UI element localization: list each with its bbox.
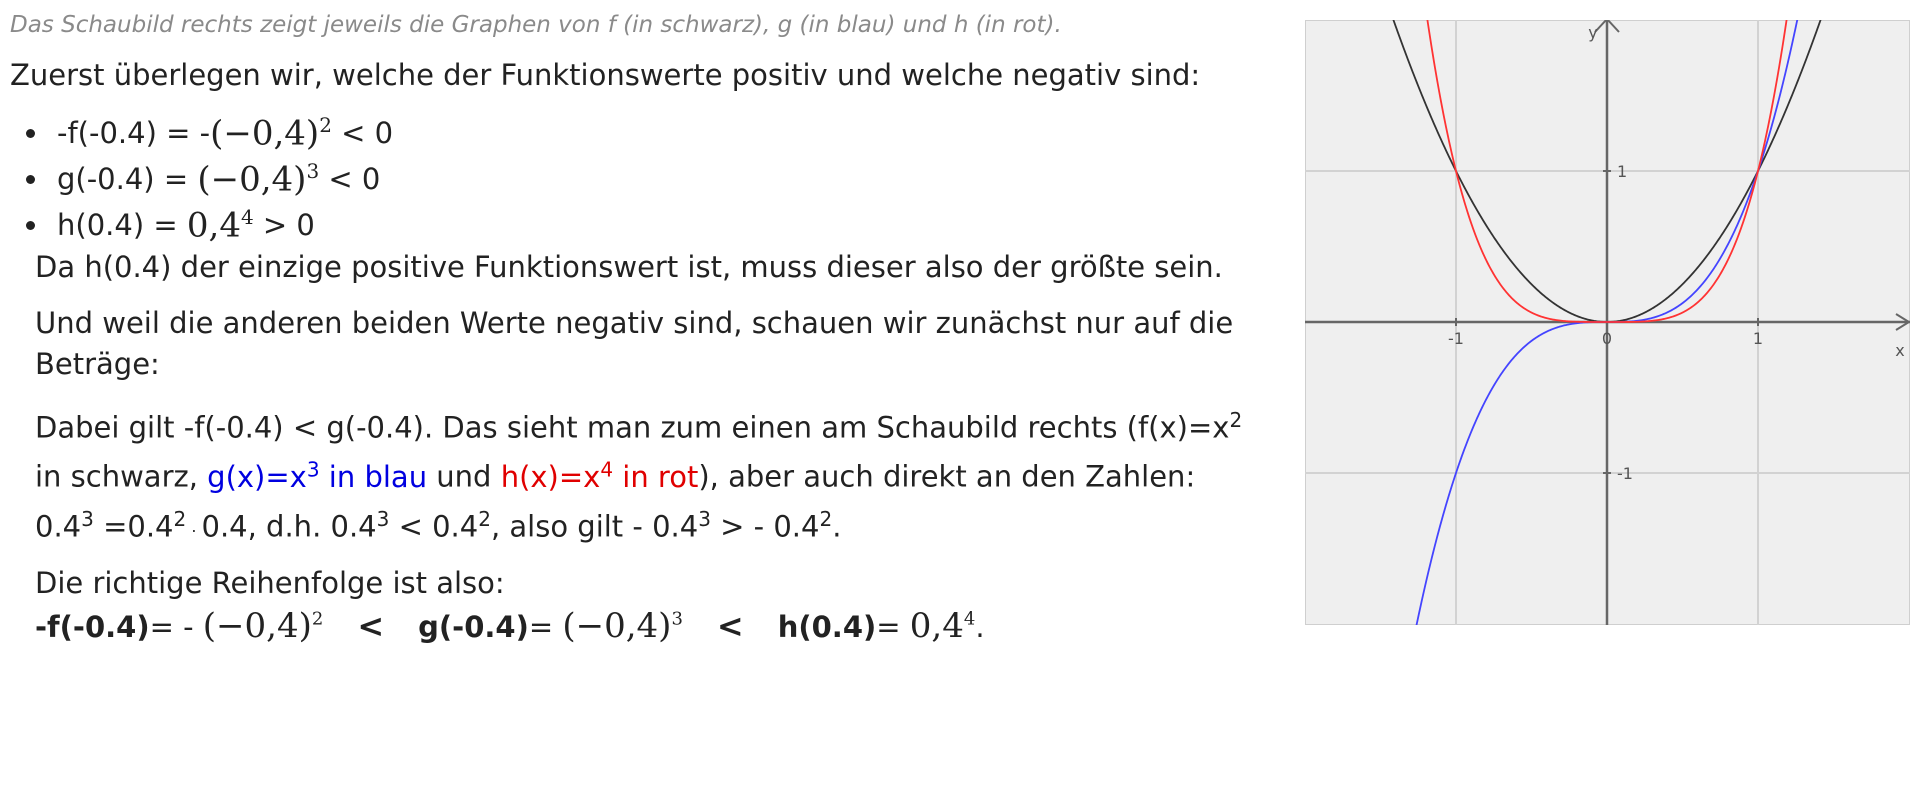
paragraph-negative-line2: Beträge: xyxy=(35,347,160,381)
y-tick-label: -1 xyxy=(1617,464,1633,483)
bullet-icon xyxy=(26,220,35,230)
value-list: -f(-0.4) = - (−0,4)2 < 0 g(-0.4) = (−0,4… xyxy=(10,110,393,248)
bullet-icon xyxy=(26,174,35,184)
conclusion-intro: Die richtige Reihenfolge ist also: xyxy=(35,566,505,600)
math-expression: 0,44 xyxy=(186,204,254,246)
red-function-label: h(x)=x4 in rot xyxy=(500,457,699,494)
x-tick-label: 1 xyxy=(1753,329,1763,348)
list-item: g(-0.4) = (−0,4)3 < 0 xyxy=(10,156,393,202)
paragraph-comparison-line2: in schwarz, g(x)=x3 in blau und h(x)=x4 … xyxy=(35,457,1196,494)
math-expression: (−0,4)3 xyxy=(197,158,320,200)
paragraph-comparison-line3: 0.43 =0.42 · 0.4, d.h. 0.43 < 0.42, also… xyxy=(35,507,842,544)
math-expression: (−0,4)3 xyxy=(562,606,683,646)
blue-function-label: g(x)=x3 in blau xyxy=(207,457,428,494)
x-tick-label: 0 xyxy=(1602,329,1612,348)
caption: Das Schaubild rechts zeigt jeweils die G… xyxy=(10,12,1062,38)
paragraph-largest: Da h(0.4) der einzige positive Funktions… xyxy=(35,250,1223,284)
list-item: -f(-0.4) = - (−0,4)2 < 0 xyxy=(10,110,393,156)
math-expression: (−0,4)2 xyxy=(210,112,332,154)
x-tick-label: -1 xyxy=(1448,329,1464,348)
paragraph-comparison-line1: Dabei gilt -f(-0.4) < g(-0.4). Das sieht… xyxy=(35,408,1243,445)
paragraph-negative-line1: Und weil die anderen beiden Werte negati… xyxy=(35,306,1234,340)
final-order: -f(-0.4)= - (−0,4)2 < g(-0.4)= (−0,4)3 < h(0… xyxy=(35,606,985,646)
y-axis-label: y xyxy=(1588,23,1597,42)
x-axis-label: x xyxy=(1895,341,1904,360)
list-item: h(0.4) = 0,44 > 0 xyxy=(10,202,393,248)
y-tick-label: 1 xyxy=(1617,162,1627,181)
bullet-icon xyxy=(26,128,35,138)
intro-text: Zuerst überlegen wir, welche der Funktio… xyxy=(10,58,1201,92)
function-graph: -1 0 1 1 -1 x y xyxy=(1305,20,1910,625)
math-expression: (−0,4)2 xyxy=(202,606,324,646)
math-expression: 0,44 xyxy=(909,606,976,646)
